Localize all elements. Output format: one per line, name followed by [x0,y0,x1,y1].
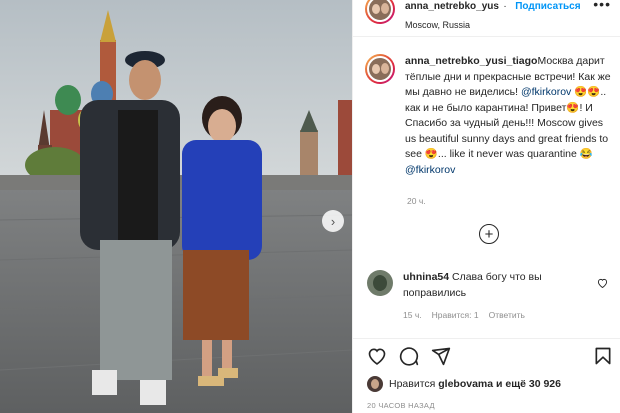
likes-count[interactable]: и ещё 30 926 [493,378,561,390]
chevron-right-icon: › [330,213,336,229]
follow-button[interactable]: Подписаться [515,1,580,12]
load-more-comments-button[interactable]: + [479,224,499,244]
header-divider [353,36,620,37]
author-meta: anna_netrebko_yus · Подписаться Moscow, … [405,0,581,30]
comment-likes[interactable]: Нравится: 1 [432,310,479,320]
author-username[interactable]: anna_netrebko_yus [405,1,499,12]
caption-timestamp[interactable]: 20 ч. [407,196,426,206]
post-sidebar: anna_netrebko_yus · Подписаться Moscow, … [352,0,620,413]
caption-mention-1[interactable]: @fkirkorov [521,86,571,98]
likes-prefix: Нравится [389,378,439,390]
dot-separator: · [503,1,507,12]
caption-username[interactable]: anna_netrebko_yusi_tiago [405,55,537,67]
caption-text: anna_netrebko_yusi_tiagoМосква дарит тёп… [405,54,613,178]
plus-circle-icon: + [484,225,494,243]
author-avatar[interactable] [365,0,395,24]
likes-summary: Нравится glebovama и ещё 30 926 [367,376,561,392]
heart-icon[interactable] [367,346,387,366]
comment-time[interactable]: 15 ч. [403,310,422,320]
liker-username[interactable]: glebovama [438,378,493,390]
comment-text: uhnina54 Слава богу что вы поправились [403,270,599,301]
post-header: anna_netrebko_yus · Подписаться Moscow, … [353,0,620,30]
comment-meta: 15 ч. Нравится: 1 Ответить [403,310,525,320]
post-image [0,0,352,413]
actions-divider [353,338,620,339]
caption-avatar[interactable] [365,54,395,84]
more-options-icon[interactable]: ••• [593,0,611,12]
bookmark-icon[interactable] [593,346,613,366]
commenter-avatar[interactable] [367,270,393,296]
share-icon[interactable] [431,346,451,366]
liker-avatar[interactable] [367,376,383,392]
likes-text: Нравится glebovama и ещё 30 926 [389,378,561,390]
caption-mention-2[interactable]: @fkirkorov [405,164,455,176]
post-photo[interactable]: › [0,0,352,413]
post-actions [365,346,613,370]
post-date[interactable]: 20 ЧАСОВ НАЗАД [367,401,435,410]
commenter-username[interactable]: uhnina54 [403,271,449,283]
comment-reply-button[interactable]: Ответить [489,310,525,320]
post-location[interactable]: Moscow, Russia [405,20,581,30]
comment-icon[interactable] [399,346,419,366]
comment-like-icon[interactable] [597,278,608,291]
next-photo-button[interactable]: › [322,210,344,232]
